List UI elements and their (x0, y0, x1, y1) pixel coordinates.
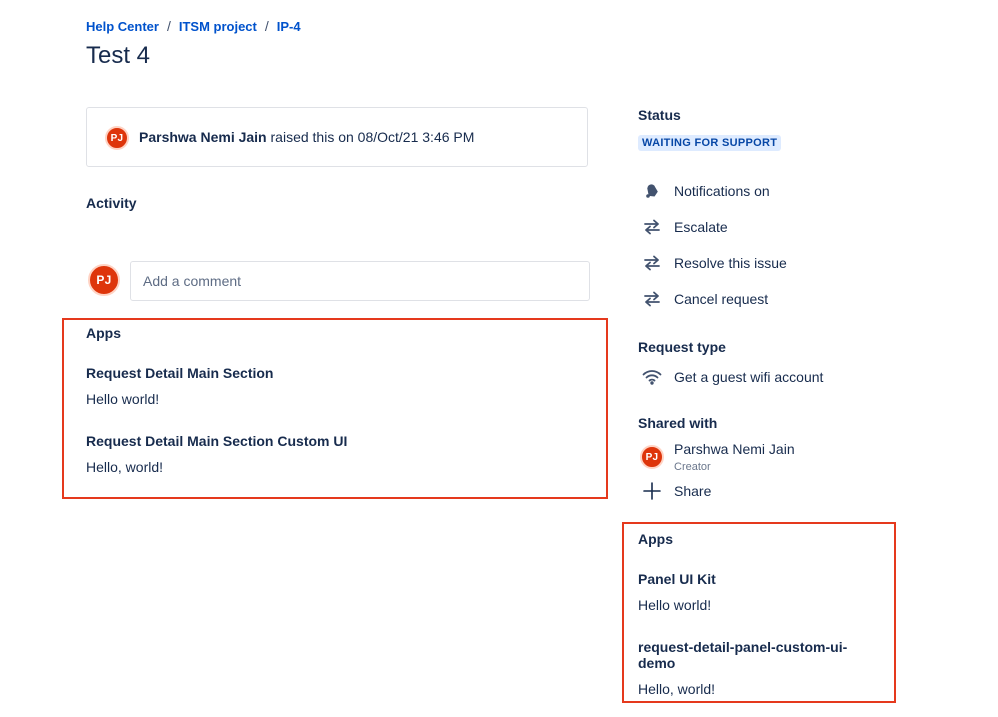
wifi-icon (640, 366, 664, 388)
reporter-name: Parshwa Nemi Jain (139, 129, 267, 145)
sidebar-app-section-title: request-detail-panel-custom-ui-demo (638, 639, 848, 671)
sidebar-app-section-body: Hello, world! (638, 681, 716, 697)
avatar[interactable]: PJ (640, 445, 664, 469)
activity-heading: Activity (86, 195, 137, 211)
resolve-issue-label: Resolve this issue (674, 255, 787, 271)
shared-user-name: Parshwa Nemi Jain (674, 441, 795, 457)
breadcrumb-itsm-project[interactable]: ITSM project (179, 19, 257, 34)
status-badge: WAITING FOR SUPPORT (638, 135, 782, 151)
transition-arrows-icon (640, 252, 664, 274)
cancel-request-button[interactable]: Cancel request (640, 288, 768, 310)
breadcrumb-separator: / (166, 18, 171, 34)
breadcrumb-issue-key[interactable]: IP-4 (277, 19, 301, 34)
shared-user-role: Creator (674, 461, 711, 473)
breadcrumb-separator: / (264, 18, 269, 34)
main-app-section-title: Request Detail Main Section (86, 365, 274, 381)
sidebar-apps-heading: Apps (638, 531, 673, 547)
main-app-section-body: Hello, world! (86, 459, 164, 475)
raised-by-text: Parshwa Nemi Jain raised this on 08/Oct/… (139, 129, 474, 145)
escalate-button[interactable]: Escalate (640, 216, 728, 238)
cancel-request-label: Cancel request (674, 291, 769, 307)
breadcrumb-help-center[interactable]: Help Center (86, 19, 159, 34)
main-app-section-title: Request Detail Main Section Custom UI (86, 433, 348, 449)
comment-input[interactable] (130, 261, 590, 301)
page-title: Test 4 (86, 42, 151, 69)
avatar[interactable]: PJ (105, 126, 129, 150)
shared-with-heading: Shared with (638, 415, 718, 431)
main-apps-heading: Apps (86, 325, 121, 341)
breadcrumb: Help Center / ITSM project / IP-4 (86, 18, 301, 34)
request-type-label: Get a guest wifi account (674, 369, 824, 385)
raised-by-card: PJ Parshwa Nemi Jain raised this on 08/O… (86, 107, 588, 167)
request-type-heading: Request type (638, 339, 726, 355)
request-type-value: Get a guest wifi account (640, 366, 823, 388)
sidebar-app-section-body: Hello world! (638, 597, 712, 613)
main-app-section-body: Hello world! (86, 391, 160, 407)
escalate-label: Escalate (674, 219, 728, 235)
sidebar-app-section-title: Panel UI Kit (638, 571, 716, 587)
notifications-toggle[interactable]: Notifications on (640, 180, 770, 202)
status-heading: Status (638, 107, 681, 123)
share-button[interactable]: Share (640, 480, 711, 502)
avatar: PJ (88, 264, 120, 296)
transition-arrows-icon (640, 288, 664, 310)
share-label: Share (674, 483, 712, 499)
raised-date-text: raised this on 08/Oct/21 3:46 PM (270, 129, 475, 145)
transition-arrows-icon (640, 216, 664, 238)
resolve-issue-button[interactable]: Resolve this issue (640, 252, 787, 274)
plus-icon (640, 480, 664, 502)
bell-icon (640, 180, 664, 202)
notifications-label: Notifications on (674, 183, 770, 199)
